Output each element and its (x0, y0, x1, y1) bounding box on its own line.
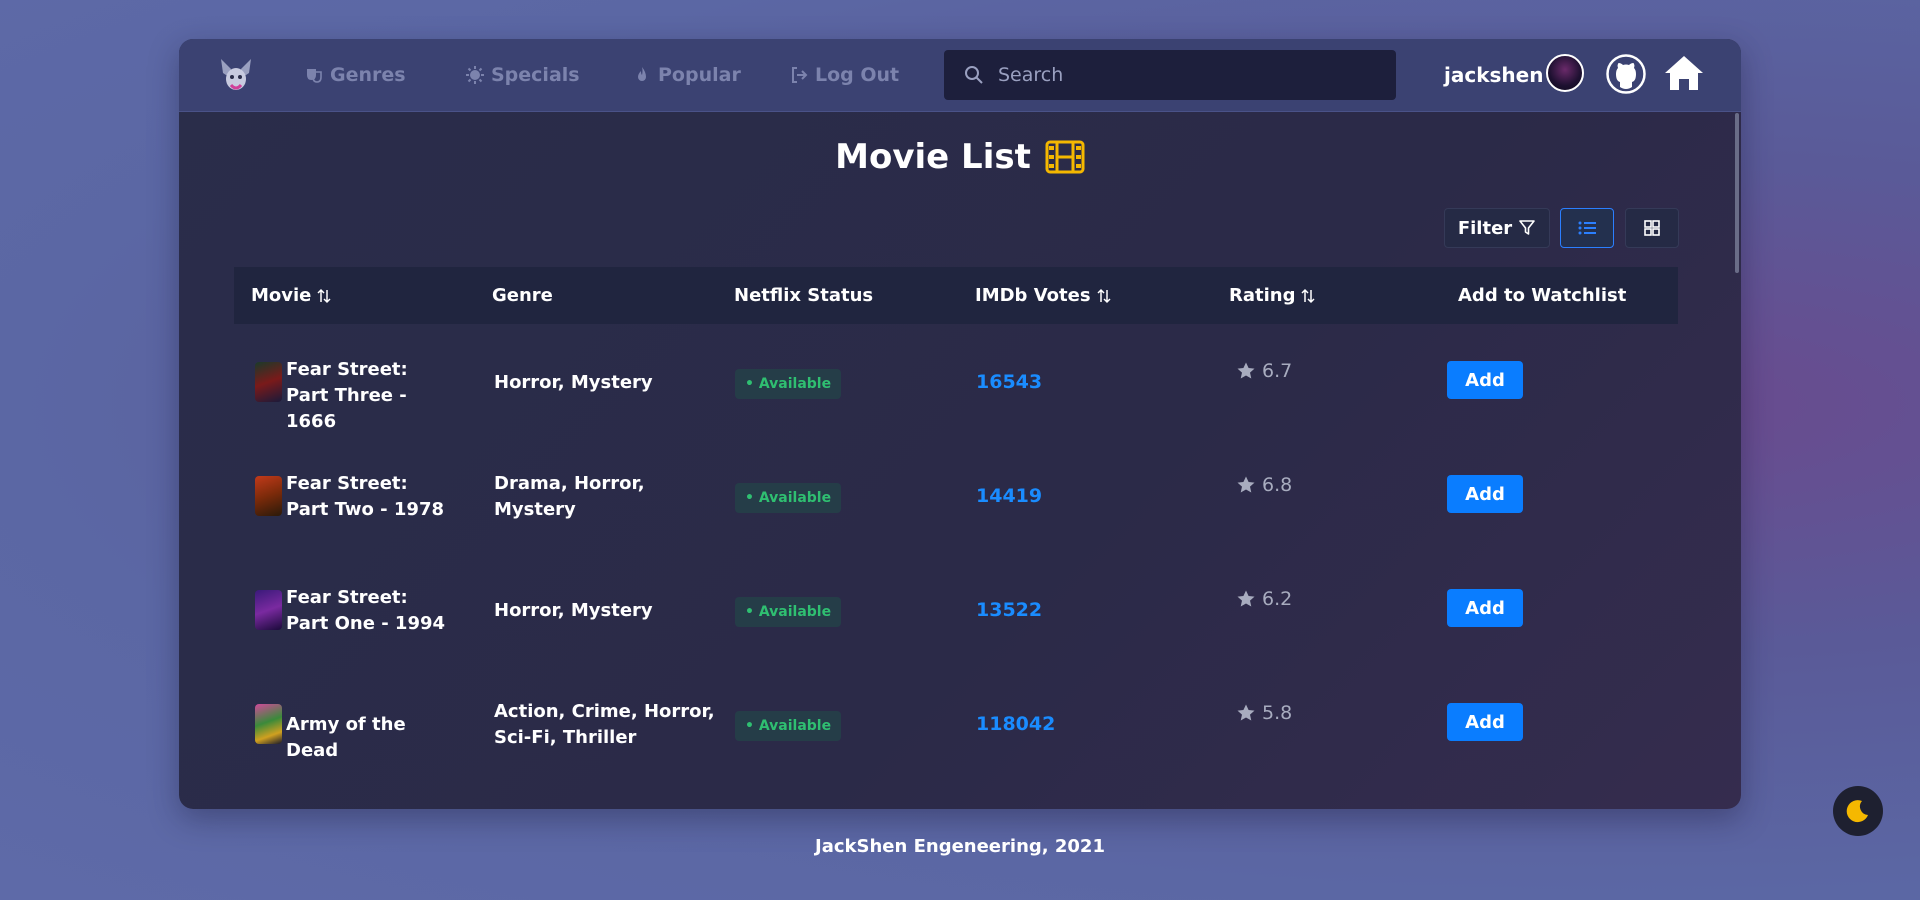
github-icon[interactable] (1606, 54, 1646, 94)
nav-genres[interactable]: Genres (304, 61, 406, 89)
header-votes[interactable]: IMDb Votes (975, 267, 1111, 324)
movie-poster[interactable] (255, 590, 282, 630)
sort-icon (1301, 288, 1316, 303)
filter-icon (1519, 220, 1535, 235)
header-genre-label: Genre (492, 285, 553, 306)
filter-button[interactable]: Filter (1444, 208, 1550, 248)
nav-genres-label: Genres (330, 64, 406, 86)
nav-logout-label: Log Out (815, 64, 900, 86)
grid-view-icon (1644, 220, 1660, 236)
list-view-icon (1578, 221, 1596, 235)
header-status-label: Netflix Status (734, 285, 874, 306)
star-icon (1237, 704, 1255, 721)
add-to-watchlist-button[interactable]: Add (1447, 361, 1523, 399)
avatar[interactable] (1546, 54, 1584, 92)
table-row: Fear Street: Part One - 1994 Horror, Mys… (234, 552, 1678, 666)
movie-genre: Drama, Horror, Mystery (494, 473, 645, 520)
main-card: Genres Specials Popular Log Out jackshen (179, 39, 1741, 809)
grid-view-button[interactable] (1625, 208, 1679, 248)
header-votes-label: IMDb Votes (975, 285, 1091, 306)
movie-poster[interactable] (255, 476, 282, 516)
movie-genre: Horror, Mystery (494, 372, 653, 393)
movie-genre: Action, Crime, Horror, Sci-Fi, Thriller (494, 701, 715, 748)
add-to-watchlist-button[interactable]: Add (1447, 475, 1523, 513)
moon-icon (1846, 800, 1868, 823)
movie-title[interactable]: Fear Street: Part Two - 1978 (286, 471, 456, 523)
rating-value: 6.8 (1262, 474, 1293, 496)
rating-value: 6.2 (1262, 588, 1293, 610)
header-movie-label: Movie (251, 285, 312, 306)
header-movie[interactable]: Movie (251, 267, 331, 324)
table-row: Fear Street: Part Three - 1666 Horror, M… (234, 324, 1678, 438)
header-status: Netflix Status (734, 267, 873, 324)
header-rating-label: Rating (1229, 285, 1296, 306)
sort-icon (1097, 288, 1111, 303)
imdb-votes: 13522 (976, 599, 1043, 621)
star-icon (1237, 362, 1255, 379)
logo-icon[interactable] (215, 53, 257, 95)
search-box[interactable] (944, 50, 1396, 100)
table-row: Army of the Dead Action, Crime, Horror, … (234, 666, 1678, 780)
table-header: Movie Genre Netflix Status IMDb Votes Ra… (234, 267, 1678, 324)
star-icon (1237, 590, 1255, 607)
status-badge: • Available (735, 597, 842, 627)
home-icon[interactable] (1663, 53, 1705, 93)
movie-poster[interactable] (255, 362, 282, 402)
genres-icon (307, 69, 322, 83)
logout-icon (792, 67, 808, 83)
movie-title[interactable]: Fear Street: Part Three - 1666 (286, 357, 456, 435)
header-rating[interactable]: Rating (1229, 267, 1316, 324)
imdb-votes: 14419 (976, 485, 1043, 507)
imdb-votes: 16543 (976, 371, 1043, 393)
movie-poster[interactable] (255, 704, 282, 744)
header-watchlist-label: Add to Watchlist (1458, 285, 1627, 306)
star-icon (1237, 476, 1255, 493)
nav-popular-label: Popular (658, 64, 741, 86)
popular-icon (638, 67, 646, 81)
imdb-votes: 118042 (976, 713, 1056, 735)
nav-specials[interactable]: Specials (465, 61, 580, 89)
header-watchlist: Add to Watchlist (1458, 267, 1626, 324)
specials-icon (466, 66, 484, 84)
nav-specials-label: Specials (491, 64, 580, 86)
navbar: Genres Specials Popular Log Out jackshen (179, 39, 1741, 112)
sort-icon (317, 288, 331, 303)
filter-button-label: Filter (1457, 217, 1513, 239)
theme-toggle-button[interactable] (1833, 786, 1883, 836)
rating: 6.2 (1236, 588, 1292, 610)
rating: 6.7 (1236, 360, 1292, 382)
status-badge: • Available (735, 483, 842, 513)
status-badge: • Available (735, 711, 842, 741)
page-title-text: Movie List (835, 137, 1031, 177)
status-badge: • Available (735, 369, 842, 399)
footer-text: JackShen Engeneering, 2021 (815, 836, 1105, 857)
rating: 6.8 (1236, 474, 1292, 496)
rating-value: 5.8 (1262, 702, 1293, 724)
rating: 5.8 (1236, 702, 1292, 724)
list-view-button[interactable] (1560, 208, 1614, 248)
movie-title[interactable]: Fear Street: Part One - 1994 (286, 585, 456, 637)
search-icon (965, 66, 983, 84)
page-title: Movie List (179, 137, 1741, 177)
search-input[interactable] (996, 63, 1380, 87)
movie-title[interactable]: Army of the Dead (286, 712, 456, 764)
nav-logout[interactable]: Log Out (789, 61, 899, 89)
movie-genre: Horror, Mystery (494, 600, 653, 621)
nav-popular[interactable]: Popular (632, 61, 741, 89)
table-row: Fear Street: Part Two - 1978 Drama, Horr… (234, 438, 1678, 552)
rating-value: 6.7 (1262, 360, 1293, 382)
add-to-watchlist-button[interactable]: Add (1447, 589, 1523, 627)
username: jackshen (1444, 63, 1544, 87)
header-genre: Genre (492, 267, 553, 324)
add-to-watchlist-button[interactable]: Add (1447, 703, 1523, 741)
film-icon (1045, 140, 1085, 174)
